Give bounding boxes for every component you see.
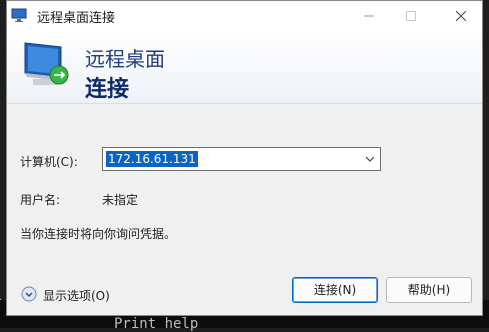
username-label: 用户名: xyxy=(20,193,61,207)
terminal-text: l xyxy=(0,288,2,304)
maximize-icon xyxy=(406,11,416,21)
username-value: 未指定 xyxy=(102,193,139,207)
remote-desktop-window: 远程桌面连接 远程桌面 连接 计算机(C): 172.16.61.131 用户名… xyxy=(6,0,483,316)
remote-desktop-icon xyxy=(11,8,27,22)
close-icon xyxy=(456,11,466,21)
remote-desktop-icon xyxy=(24,42,69,85)
help-button[interactable]: 帮助(H) xyxy=(386,277,472,303)
minimize-button[interactable] xyxy=(348,1,390,31)
computer-label: 计算机(C): xyxy=(20,155,78,169)
computer-input[interactable]: 172.16.61.131 xyxy=(106,151,198,167)
close-button[interactable] xyxy=(440,1,482,31)
computer-combobox[interactable]: 172.16.61.131 xyxy=(102,147,381,171)
maximize-button[interactable] xyxy=(390,1,432,31)
minimize-icon xyxy=(364,15,374,17)
chevron-down-icon[interactable] xyxy=(364,153,376,165)
banner-subtitle: 连接 xyxy=(85,77,130,102)
window-title: 远程桌面连接 xyxy=(37,11,116,26)
connect-button[interactable]: 连接(N) xyxy=(292,277,378,303)
credentials-info-text: 当你连接时将向你询问凭据。 xyxy=(20,227,177,241)
title-bar[interactable]: 远程桌面连接 xyxy=(7,1,482,32)
header-banner: 远程桌面 连接 xyxy=(7,31,482,104)
banner-title: 远程桌面 xyxy=(85,47,165,71)
show-options-toggle[interactable] xyxy=(21,286,37,302)
show-options-label[interactable]: 显示选项(O) xyxy=(43,287,110,304)
terminal-text: Print help xyxy=(114,316,199,332)
